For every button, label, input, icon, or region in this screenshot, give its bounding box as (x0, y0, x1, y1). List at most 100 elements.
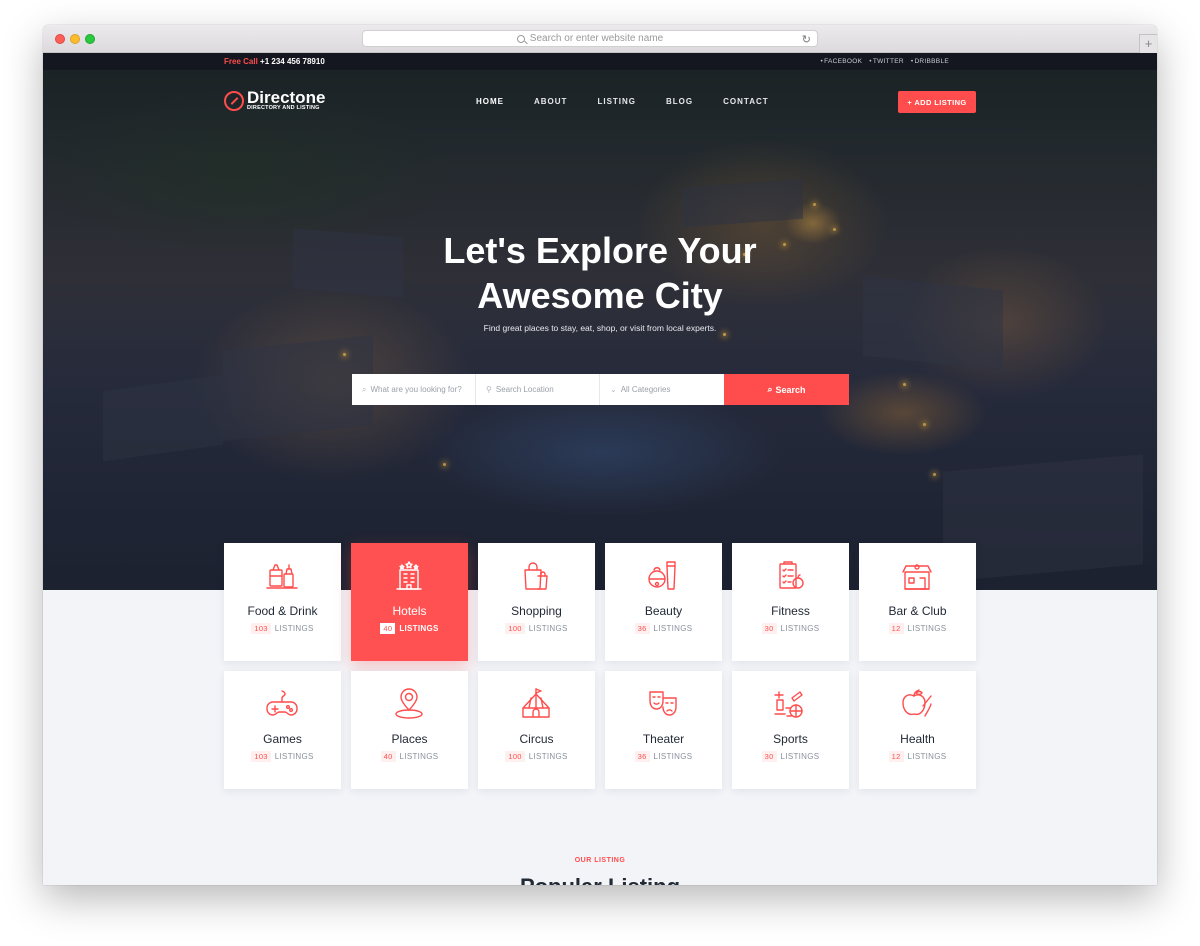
free-call-label: Free Call (224, 57, 258, 66)
hero-title-line-1: Let's Explore Your (443, 230, 757, 271)
minimize-window-button[interactable] (70, 34, 80, 44)
listing-label: LISTINGS (780, 752, 820, 761)
category-count: 30 LISTINGS (732, 623, 849, 634)
category-name: Games (263, 732, 302, 746)
listing-count: 30 (761, 751, 777, 762)
category-card-food-drink[interactable]: Food & Drink 103 LISTINGS (224, 543, 341, 661)
listing-count: 40 (380, 751, 396, 762)
listing-count: 36 (634, 623, 650, 634)
category-card-places[interactable]: Places 40 LISTINGS (351, 671, 468, 789)
shopping-bag-icon (524, 562, 548, 590)
category-card-games[interactable]: Games 103 LISTINGS (224, 671, 341, 789)
nav-blog[interactable]: BLOG (666, 97, 693, 106)
category-card-hotels[interactable]: Hotels 40 LISTINGS (351, 543, 468, 661)
search-icon (516, 34, 525, 43)
beauty-icon (648, 561, 676, 590)
nav-about[interactable]: ABOUT (534, 97, 567, 106)
listing-label: LISTINGS (907, 624, 947, 633)
category-name: Fitness (771, 604, 810, 618)
browser-toolbar: Search or enter website name ↻ + (43, 25, 1157, 53)
category-card-shopping[interactable]: Shopping 100 LISTINGS (478, 543, 595, 661)
sports-icon (774, 691, 803, 718)
compass-logo-icon (224, 90, 244, 111)
hero-section (43, 53, 1157, 590)
category-count: 40 LISTINGS (351, 751, 468, 762)
category-count: 12 LISTINGS (859, 751, 976, 762)
hero-title-line-2: Awesome City (477, 275, 723, 316)
listing-count: 36 (634, 751, 650, 762)
listing-label: LISTINGS (274, 624, 314, 633)
listing-count: 30 (761, 623, 777, 634)
address-bar[interactable]: Search or enter website name ↻ (362, 30, 818, 47)
listing-label: LISTINGS (399, 752, 439, 761)
listing-label: LISTINGS (528, 752, 568, 761)
social-links: FACEBOOK TWITTER DRIBBBLE (821, 58, 949, 65)
new-tab-button[interactable]: + (1139, 34, 1157, 53)
hero-title: Let's Explore Your Awesome City (43, 228, 1157, 318)
category-count: 103 LISTINGS (224, 623, 341, 634)
category-count: 36 LISTINGS (605, 623, 722, 634)
reload-icon[interactable]: ↻ (802, 33, 811, 46)
listing-label: LISTINGS (399, 624, 439, 633)
category-select[interactable]: ⌄ All Categories (600, 374, 724, 405)
address-placeholder: Search or enter website name (529, 33, 664, 44)
category-count: 12 LISTINGS (859, 623, 976, 634)
listing-label: LISTINGS (528, 624, 568, 633)
phone-number: +1 234 456 78910 (260, 57, 325, 66)
location-pin-icon: ⚲ (486, 385, 492, 394)
category-count: 100 LISTINGS (478, 751, 595, 762)
category-card-fitness[interactable]: Fitness 30 LISTINGS (732, 543, 849, 661)
category-card-theater[interactable]: Theater 36 LISTINGS (605, 671, 722, 789)
fitness-icon (779, 561, 804, 589)
category-card-beauty[interactable]: Beauty 36 LISTINGS (605, 543, 722, 661)
dribbble-link[interactable]: DRIBBBLE (911, 58, 949, 65)
nav-listing[interactable]: LISTING (597, 97, 636, 106)
site-logo[interactable]: Directone DIRECTORY AND LISTING (224, 88, 326, 111)
keyword-input[interactable]: ⌕ What are you looking for? (352, 374, 476, 405)
food-drink-icon (266, 564, 298, 589)
browser-window: Search or enter website name ↻ + Free Ca… (43, 25, 1157, 885)
search-button[interactable]: ⌕ Search (724, 374, 849, 405)
chevron-down-icon: ⌄ (610, 385, 617, 394)
gamepad-icon (266, 690, 298, 716)
category-name: Food & Drink (247, 604, 318, 618)
add-listing-button[interactable]: + ADD LISTING (898, 91, 976, 113)
category-card-health[interactable]: Health 12 LISTINGS (859, 671, 976, 789)
search-form: ⌕ What are you looking for? ⚲ Search Loc… (352, 374, 849, 405)
nav-home[interactable]: HOME (476, 97, 504, 106)
section-title: Popular Listing (43, 872, 1157, 885)
listing-label: LISTINGS (653, 624, 693, 633)
category-count: 36 LISTINGS (605, 751, 722, 762)
listing-label: LISTINGS (780, 624, 820, 633)
section-eyebrow: OUR LISTING (574, 857, 626, 864)
nav-contact[interactable]: CONTACT (723, 97, 769, 106)
keyword-placeholder: What are you looking for? (370, 385, 462, 394)
location-input[interactable]: ⚲ Search Location (476, 374, 600, 405)
listing-label: LISTINGS (907, 752, 947, 761)
category-card-circus[interactable]: Circus 100 LISTINGS (478, 671, 595, 789)
twitter-link[interactable]: TWITTER (869, 58, 904, 65)
category-count: 103 LISTINGS (224, 751, 341, 762)
listing-count: 103 (251, 751, 271, 762)
nav-menu: HOME ABOUT LISTING BLOG CONTACT (476, 97, 799, 106)
category-count: 30 LISTINGS (732, 751, 849, 762)
phone-contact[interactable]: Free Call +1 234 456 78910 (224, 57, 325, 66)
category-card-bar-club[interactable]: Bar & Club 12 LISTINGS (859, 543, 976, 661)
listing-count: 100 (505, 623, 525, 634)
location-placeholder: Search Location (495, 385, 554, 394)
category-card-sports[interactable]: Sports 30 LISTINGS (732, 671, 849, 789)
category-count: 100 LISTINGS (478, 623, 595, 634)
logo-name: Directone (247, 88, 326, 107)
hotel-icon (396, 561, 422, 590)
search-icon: ⌕ (767, 384, 773, 394)
listing-count: 40 (380, 623, 396, 634)
close-window-button[interactable] (55, 34, 65, 44)
category-name: Circus (519, 732, 554, 746)
top-bar: Free Call +1 234 456 78910 FACEBOOK TWIT… (43, 53, 1157, 70)
category-name: Bar & Club (888, 604, 947, 618)
category-name: Beauty (644, 604, 683, 618)
facebook-link[interactable]: FACEBOOK (821, 58, 863, 65)
listing-count: 12 (888, 623, 904, 634)
zoom-window-button[interactable] (85, 34, 95, 44)
category-name: Health (900, 732, 935, 746)
